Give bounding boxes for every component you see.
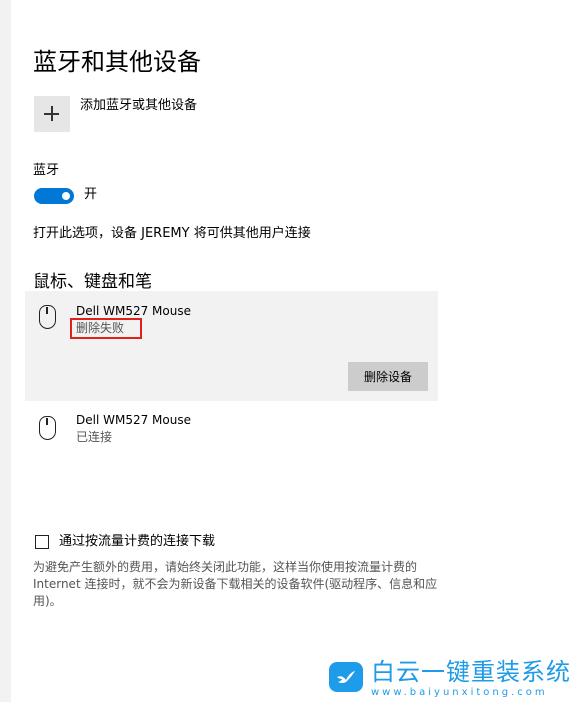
failed-status-highlight — [70, 318, 142, 339]
metered-download-description: 为避免产生额外的费用，请始终关闭此功能，这样当你使用按流量计费的 Interne… — [33, 560, 438, 608]
metered-download-label[interactable]: 通过按流量计费的连接下载 — [59, 533, 215, 551]
device-status-connected: 已连接 — [76, 430, 113, 444]
nav-pane-edge — [0, 0, 11, 702]
device-name: Dell WM527 Mouse — [76, 304, 191, 318]
discoverable-text: 打开此选项，设备 JEREMY 将可供其他用户连接 — [33, 226, 311, 241]
mouse-icon — [39, 416, 56, 440]
remove-device-button[interactable]: 删除设备 — [348, 362, 428, 391]
page-title: 蓝牙和其他设备 — [33, 48, 201, 76]
add-device-button[interactable] — [34, 96, 70, 132]
toggle-knob — [62, 192, 70, 200]
watermark-url: www.baiyunxitong.com — [371, 687, 548, 698]
bird-logo-icon — [329, 662, 363, 692]
metered-download-checkbox[interactable] — [35, 535, 49, 549]
watermark: 白云一键重装系统 www.baiyunxitong.com — [329, 658, 579, 700]
watermark-title: 白云一键重装系统 — [371, 658, 571, 686]
add-device-label[interactable]: 添加蓝牙或其他设备 — [80, 97, 197, 115]
mouse-icon — [39, 305, 56, 329]
bluetooth-label: 蓝牙 — [33, 163, 60, 178]
device-name: Dell WM527 Mouse — [76, 413, 191, 427]
bluetooth-state-label: 开 — [84, 187, 98, 202]
bluetooth-toggle[interactable] — [34, 188, 74, 204]
